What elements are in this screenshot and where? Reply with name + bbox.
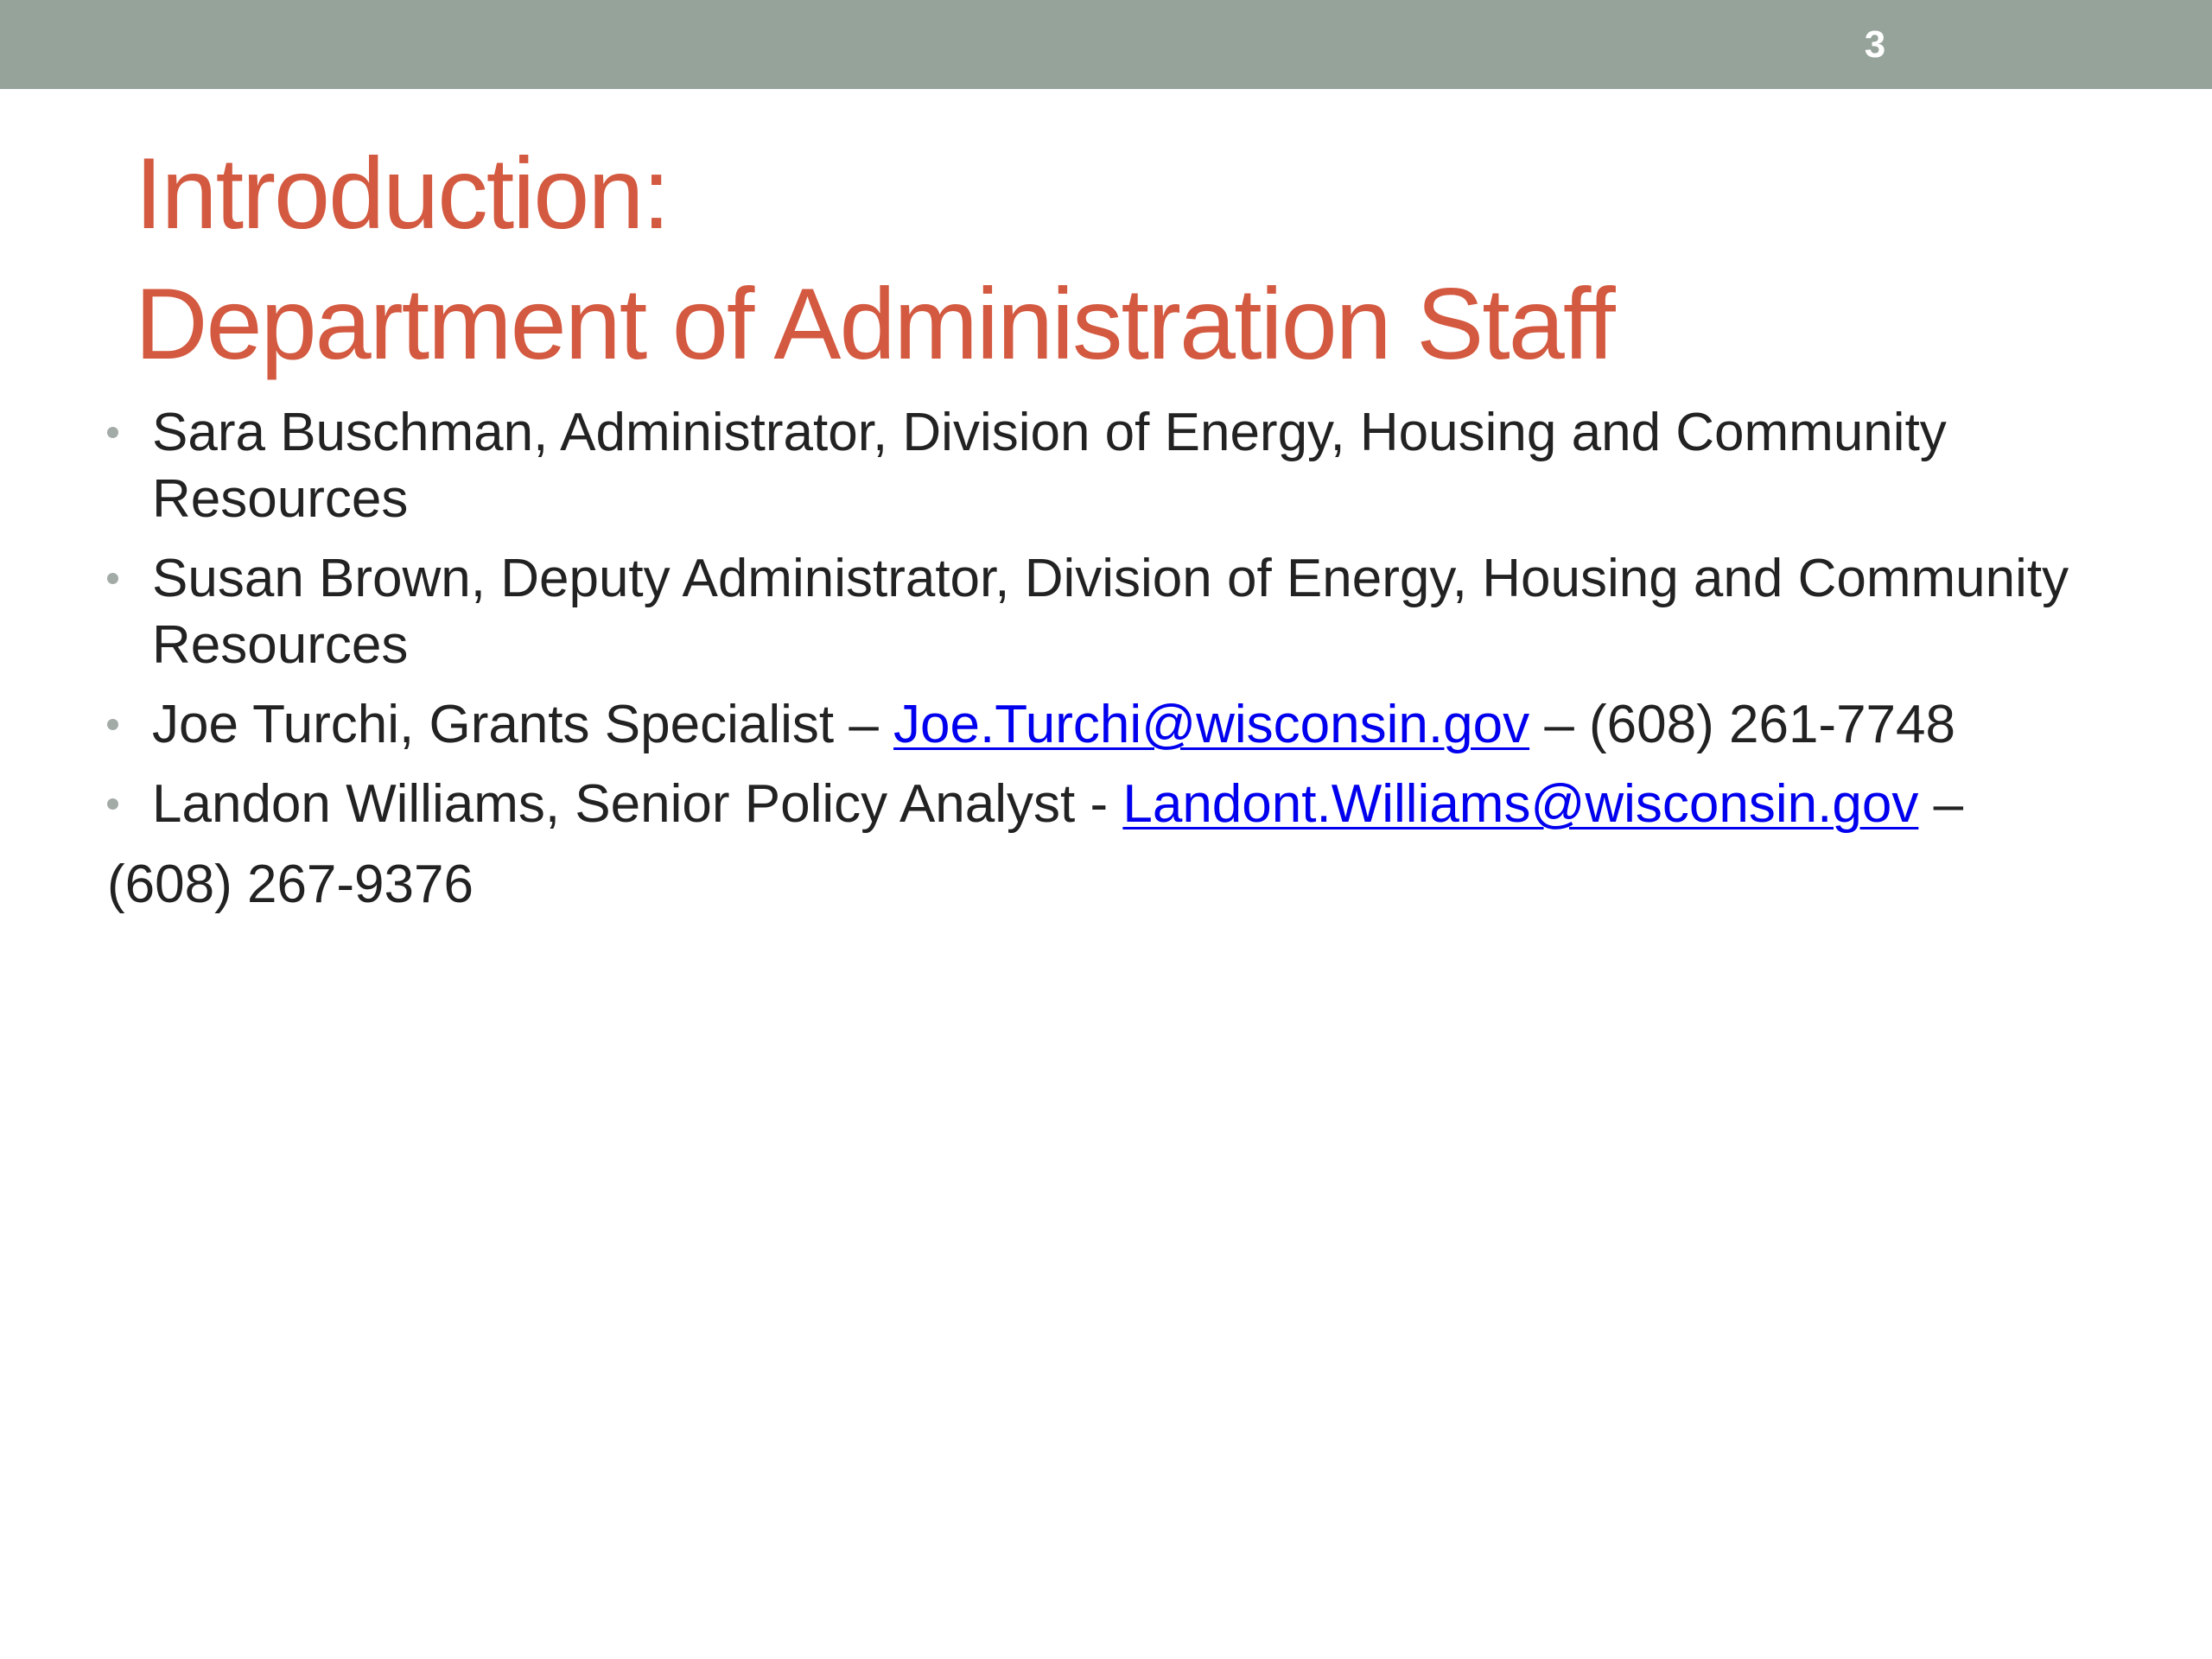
staff-item-landon-williams: Landon Williams, Senior Policy Analyst -…: [107, 771, 2146, 837]
staff-list: Sara Buschman, Administrator, Division o…: [107, 399, 2146, 850]
staff-text-line: Susan Brown, Deputy Administrator, Divis…: [152, 549, 2069, 608]
joe-turchi-email-link[interactable]: Joe.Turchi@wisconsin.gov: [893, 695, 1529, 754]
title-line-2: Department of Administration Staff: [135, 267, 1616, 380]
staff-dash: –: [1918, 774, 1964, 834]
bullet-dot-icon: [107, 798, 118, 810]
staff-name-title: Joe Turchi, Grants Specialist –: [152, 695, 894, 754]
slide-title: Introduction: Department of Administrati…: [135, 128, 2122, 389]
staff-name-title: Landon Williams, Senior Policy Analyst -: [152, 774, 1123, 834]
staff-item-susan-brown: Susan Brown, Deputy Administrator, Divis…: [107, 545, 2146, 678]
slide: 3 Introduction: Department of Administra…: [0, 0, 2212, 1659]
staff-item-sara-buschman: Sara Buschman, Administrator, Division o…: [107, 399, 2146, 532]
staff-item-joe-turchi: Joe Turchi, Grants Specialist – Joe.Turc…: [107, 691, 2146, 758]
staff-contact-line: Landon Williams, Senior Policy Analyst -…: [152, 771, 2146, 837]
bullet-dot-icon: [107, 719, 118, 730]
staff-text-line: Resources: [152, 469, 409, 529]
bullet-dot-icon: [107, 573, 118, 584]
landon-williams-email-link[interactable]: Landont.Williams@wisconsin.gov: [1122, 774, 1918, 834]
staff-text-line: Resources: [152, 615, 409, 675]
landon-williams-phone: (608) 267-9376: [107, 855, 474, 914]
staff-text-line: Sara Buschman, Administrator, Division o…: [152, 403, 1947, 462]
bullet-dot-icon: [107, 427, 118, 438]
title-line-1: Introduction:: [135, 137, 671, 250]
staff-contact-line: Joe Turchi, Grants Specialist – Joe.Turc…: [152, 691, 2146, 758]
slide-number: 3: [1864, 23, 1886, 66]
staff-phone: – (608) 261-7748: [1529, 695, 1956, 754]
